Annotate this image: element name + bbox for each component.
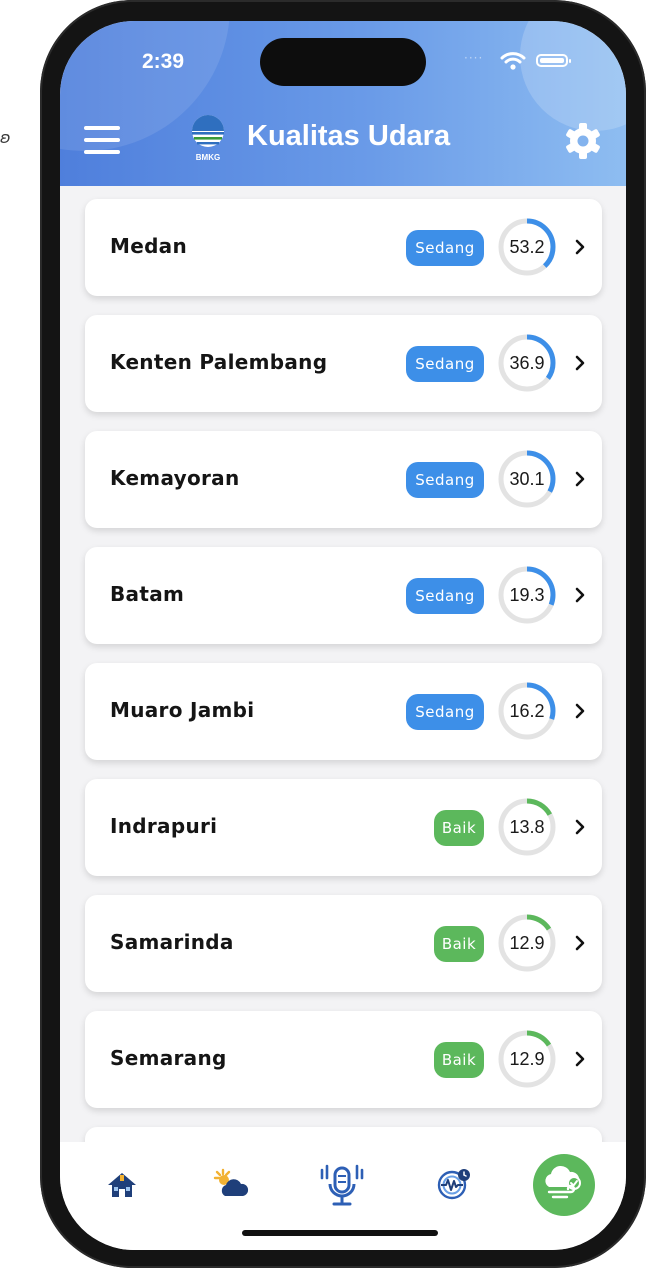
station-name: Indrapuri (110, 814, 218, 838)
status-badge: Baik (434, 810, 484, 846)
home-icon[interactable] (106, 1170, 138, 1200)
status-badge: Baik (434, 926, 484, 962)
aqi-value: 30.1 (509, 469, 545, 489)
station-card[interactable]: Samarinda Baik 12.9 (85, 895, 602, 992)
air-quality-nav-button[interactable] (533, 1154, 595, 1216)
station-name: Samarinda (110, 930, 234, 954)
bmkg-logo-text: BMKG (196, 153, 220, 162)
station-card[interactable]: Kemayoran Sedang 30.1 (85, 431, 602, 528)
station-card[interactable]: Muaro Jambi Sedang 16.2 (85, 663, 602, 760)
status-badge: Sedang (406, 578, 484, 614)
aqi-value: 12.9 (509, 933, 545, 953)
station-card[interactable]: Kenten Palembang Sedang 36.9 (85, 315, 602, 412)
aqi-value: 53.2 (509, 237, 545, 257)
wifi-icon (500, 52, 526, 70)
chevron-right-icon[interactable] (571, 931, 591, 955)
station-name: Kenten Palembang (110, 350, 328, 374)
stray-glyph: ʚ (0, 128, 11, 147)
station-name: Medan (110, 234, 188, 258)
station-list: Medan Sedang 53.2 Kenten Palembang Sedan… (60, 186, 626, 1146)
signal-icon: ···· (464, 51, 484, 65)
gear-icon[interactable] (564, 122, 602, 160)
station-name: Kemayoran (110, 466, 240, 490)
station-card[interactable]: Indrapuri Baik 13.8 (85, 779, 602, 876)
chevron-right-icon[interactable] (571, 583, 591, 607)
status-badge: Sedang (406, 346, 484, 382)
aqi-value: 19.3 (509, 585, 545, 605)
chevron-right-icon[interactable] (571, 815, 591, 839)
station-card[interactable]: Semarang Baik 12.9 (85, 1011, 602, 1108)
chevron-right-icon[interactable] (571, 1047, 591, 1071)
status-badge: Baik (434, 1042, 484, 1078)
menu-icon[interactable] (84, 126, 122, 156)
aqi-value: 12.9 (509, 1049, 545, 1069)
earthquake-icon[interactable] (436, 1167, 472, 1201)
bottom-nav (60, 1142, 626, 1250)
chevron-right-icon[interactable] (571, 351, 591, 375)
aqi-value: 13.8 (509, 817, 545, 837)
header-decoration (520, 21, 626, 131)
home-indicator (242, 1230, 438, 1236)
bmkg-logo-icon: BMKG (192, 115, 224, 162)
status-time: 2:39 (142, 50, 185, 73)
aqi-value: 16.2 (509, 701, 545, 721)
chevron-right-icon[interactable] (571, 235, 591, 259)
station-name: Batam (110, 582, 185, 606)
aqi-value: 36.9 (509, 353, 545, 373)
status-badge: Sedang (406, 230, 484, 266)
weather-icon[interactable] (213, 1168, 249, 1200)
chevron-right-icon[interactable] (571, 467, 591, 491)
status-badge: Sedang (406, 462, 484, 498)
station-card[interactable]: Medan Sedang 53.2 (85, 199, 602, 296)
page-title: Kualitas Udara (247, 120, 451, 152)
status-badge: Sedang (406, 694, 484, 730)
station-name: Muaro Jambi (110, 698, 255, 722)
station-card[interactable]: Batam Sedang 19.3 (85, 547, 602, 644)
microphone-icon[interactable] (318, 1164, 366, 1210)
air-quality-icon (545, 1165, 581, 1199)
station-name: Semarang (110, 1046, 227, 1070)
dynamic-island (260, 38, 426, 86)
chevron-right-icon[interactable] (571, 699, 591, 723)
app-screen: 2:39 ···· BMKG Kualitas Udara Medan Seda… (60, 21, 626, 1250)
app-header: 2:39 ···· BMKG Kualitas Udara (60, 21, 626, 186)
battery-icon (536, 54, 571, 67)
